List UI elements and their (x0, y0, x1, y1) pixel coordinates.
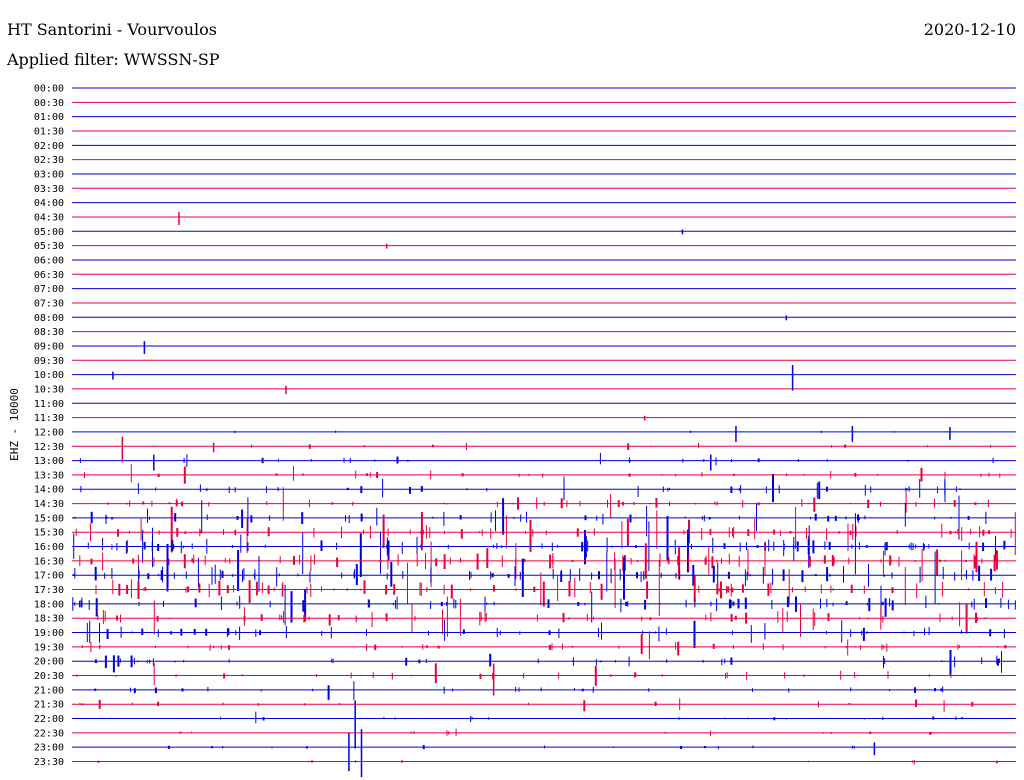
row-time-label: 08:00 (34, 313, 64, 324)
row-time-label: 14:30 (34, 499, 64, 510)
row-time-label: 22:30 (34, 728, 64, 739)
row-time-label: 02:30 (34, 155, 64, 166)
row-time-label: 17:00 (34, 571, 64, 582)
row-time-label: 13:30 (34, 470, 64, 481)
row-time-label: 04:00 (34, 198, 64, 209)
row-time-label: 08:30 (34, 327, 64, 338)
row-time-label: 05:30 (34, 241, 64, 252)
row-time-label: 12:30 (34, 442, 64, 453)
row-time-label: 00:30 (34, 98, 64, 109)
row-time-label: 09:30 (34, 356, 64, 367)
row-time-label: 03:00 (34, 169, 64, 180)
row-time-label: 12:00 (34, 427, 64, 438)
row-time-label: 14:00 (34, 485, 64, 496)
row-time-label: 20:00 (34, 657, 64, 668)
row-time-label: 10:00 (34, 370, 64, 381)
row-time-label: 05:00 (34, 227, 64, 238)
row-time-label: 13:00 (34, 456, 64, 467)
row-time-label: 11:30 (34, 413, 64, 424)
row-time-label: 22:00 (34, 714, 64, 725)
row-time-label: 18:00 (34, 599, 64, 610)
row-time-label: 01:30 (34, 126, 64, 137)
row-time-label: 23:00 (34, 743, 64, 754)
row-time-label: 09:00 (34, 341, 64, 352)
row-time-label: 16:30 (34, 556, 64, 567)
helicorder-plot: 00:00 00:30 01:00 01:30 02:00 02:30 03:00 03:30… (34, 84, 1016, 778)
row-time-label: 04:30 (34, 212, 64, 223)
row-time-label: 18:30 (34, 614, 64, 625)
row-time-label: 02:00 (34, 141, 64, 152)
row-time-label: 10:30 (34, 384, 64, 395)
row-time-label: 00:00 (34, 84, 64, 95)
row-time-label: 17:30 (34, 585, 64, 596)
row-time-label: 06:30 (34, 270, 64, 281)
row-time-label: 15:30 (34, 528, 64, 539)
row-time-label: 01:00 (34, 112, 64, 123)
row-time-label: 11:00 (34, 399, 64, 410)
row-time-label: 06:00 (34, 255, 64, 266)
row-time-label: 21:30 (34, 700, 64, 711)
row-time-label: 19:00 (34, 628, 64, 639)
row-time-label: 20:30 (34, 671, 64, 682)
row-time-label: 07:00 (34, 284, 64, 295)
row-time-label: 15:00 (34, 513, 64, 524)
row-time-label: 19:30 (34, 642, 64, 653)
row-time-label: 23:30 (34, 757, 64, 768)
row-time-label: 03:30 (34, 184, 64, 195)
row-time-label: 21:00 (34, 685, 64, 696)
row-time-label: 07:30 (34, 298, 64, 309)
row-time-label: 16:00 (34, 542, 64, 553)
